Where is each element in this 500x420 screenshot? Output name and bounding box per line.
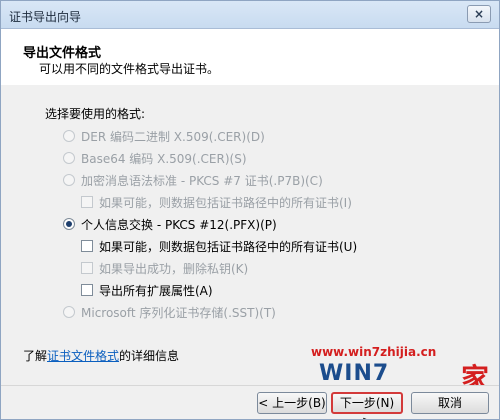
option-delete-private-key[interactable]: 如果导出成功，删除私钥(K) [81,259,248,277]
checkbox-pkcs7-include-chain[interactable] [81,196,93,208]
learn-suffix: 的详细信息 [119,349,180,363]
option-pkcs7-label: 加密消息语法标准 - PKCS #7 证书(.P7B)(C) [81,173,323,188]
option-sst[interactable]: Microsoft 序列化证书存储(.SST)(T) [63,303,276,321]
watermark-logo: WIN7 [319,361,390,386]
format-section-label: 选择要使用的格式: [45,107,146,121]
option-der-label: DER 编码二进制 X.509(.CER)(D) [81,129,265,144]
option-export-extended-properties-label: 导出所有扩展属性(A) [99,283,213,298]
checkbox-export-extended-properties[interactable] [81,284,93,296]
certificate-export-wizard: 证书导出向导 × 导出文件格式 可以用不同的文件格式导出证书。 选择要使用的格式… [0,0,500,420]
option-base64-label: Base64 编码 X.509(.CER)(S) [81,151,247,166]
wizard-content: 选择要使用的格式: DER 编码二进制 X.509(.CER)(D) Base6… [1,85,499,385]
checkbox-pkcs12-include-chain[interactable] [81,240,93,252]
radio-pkcs12[interactable] [63,218,75,230]
learn-prefix: 了解 [23,349,48,363]
next-button[interactable]: 下一步(N) > [331,392,403,419]
wizard-footer: < 上一步(B) 下一步(N) > 取消 [1,385,499,419]
option-pkcs12[interactable]: 个人信息交换 - PKCS #12(.PFX)(P) [63,215,277,233]
option-pkcs12-include-chain-label: 如果可能，则数据包括证书路径中的所有证书(U) [99,239,358,254]
wizard-header: 导出文件格式 可以用不同的文件格式导出证书。 [1,30,499,84]
option-pkcs7[interactable]: 加密消息语法标准 - PKCS #7 证书(.P7B)(C) [63,171,323,189]
window-title: 证书导出向导 [9,10,82,24]
option-pkcs12-include-chain[interactable]: 如果可能，则数据包括证书路径中的所有证书(U) [81,237,357,255]
watermark-url: www.win7zhijia.cn [311,345,437,359]
watermark: www.win7zhijia.cn WIN7 家 [311,345,499,395]
option-pkcs7-include-chain-label: 如果可能，则数据包括证书路径中的所有证书(I) [99,195,352,210]
option-der[interactable]: DER 编码二进制 X.509(.CER)(D) [63,127,265,145]
radio-der[interactable] [63,130,75,142]
close-button[interactable]: × [467,5,491,23]
option-sst-label: Microsoft 序列化证书存储(.SST)(T) [81,305,276,320]
option-delete-private-key-label: 如果导出成功，删除私钥(K) [99,261,249,276]
page-subtitle: 可以用不同的文件格式导出证书。 [39,62,220,76]
checkbox-delete-private-key[interactable] [81,262,93,274]
learn-more-text: 了解证书文件格式的详细信息 [23,347,179,364]
title-bar: 证书导出向导 × [1,1,499,29]
option-pkcs7-include-chain[interactable]: 如果可能，则数据包括证书路径中的所有证书(I) [81,193,352,211]
radio-base64[interactable] [63,152,75,164]
radio-sst[interactable] [63,306,75,318]
option-export-extended-properties[interactable]: 导出所有扩展属性(A) [81,281,213,299]
page-title: 导出文件格式 [23,46,102,61]
cancel-button[interactable]: 取消 [411,392,489,414]
close-icon: × [473,7,485,21]
certificate-formats-link[interactable]: 证书文件格式 [47,349,119,363]
back-button[interactable]: < 上一步(B) [257,392,327,414]
radio-pkcs7[interactable] [63,174,75,186]
option-base64[interactable]: Base64 编码 X.509(.CER)(S) [63,149,247,167]
option-pkcs12-label: 个人信息交换 - PKCS #12(.PFX)(P) [81,217,277,232]
